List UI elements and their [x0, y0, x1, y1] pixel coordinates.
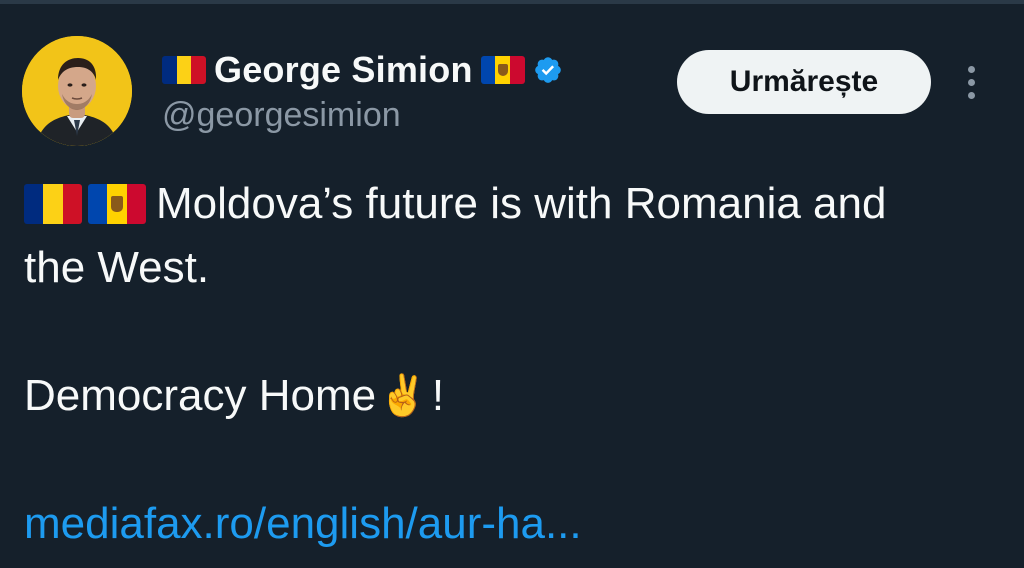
tweet-card: George Simion @georgesimion Urmărește Mo… [0, 0, 1024, 568]
moldova-flag-icon [480, 56, 525, 84]
author-name-row: George Simion [162, 48, 563, 92]
tweet-link[interactable]: mediafax.ro/english/aur-ha... [24, 492, 582, 556]
tweet-flags [24, 184, 146, 224]
author-display-name[interactable]: George Simion [214, 49, 473, 91]
tweet-text-line3-end: ! [431, 371, 445, 420]
verified-badge-icon [534, 57, 561, 83]
tweet-line-1: Moldova’s future is with Romania and [24, 172, 1004, 236]
author-handle[interactable]: @georgesimion [162, 96, 401, 135]
avatar[interactable] [22, 36, 132, 146]
tweet-line-4: mediafax.ro/english/aur-ha... [24, 492, 1004, 556]
more-vertical-icon[interactable] [955, 60, 987, 104]
tweet-text-line2: the West. [24, 243, 210, 292]
moldova-flag-icon [88, 184, 146, 224]
victory-hand-icon: ✌️ [378, 374, 428, 418]
romania-flag-icon [162, 56, 206, 84]
tweet-text: Moldova’s future is with Romania and the… [24, 172, 1004, 556]
tweet-text-line3: Democracy Home [24, 371, 377, 420]
follow-button[interactable]: Urmărește [677, 50, 931, 114]
tweet-line-3: Democracy Home ✌️! [24, 364, 1004, 428]
romania-flag-icon [24, 184, 82, 224]
tweet-text-line1: Moldova’s future is with Romania and [156, 179, 887, 228]
tweet-line-2: the West. [24, 236, 1004, 300]
